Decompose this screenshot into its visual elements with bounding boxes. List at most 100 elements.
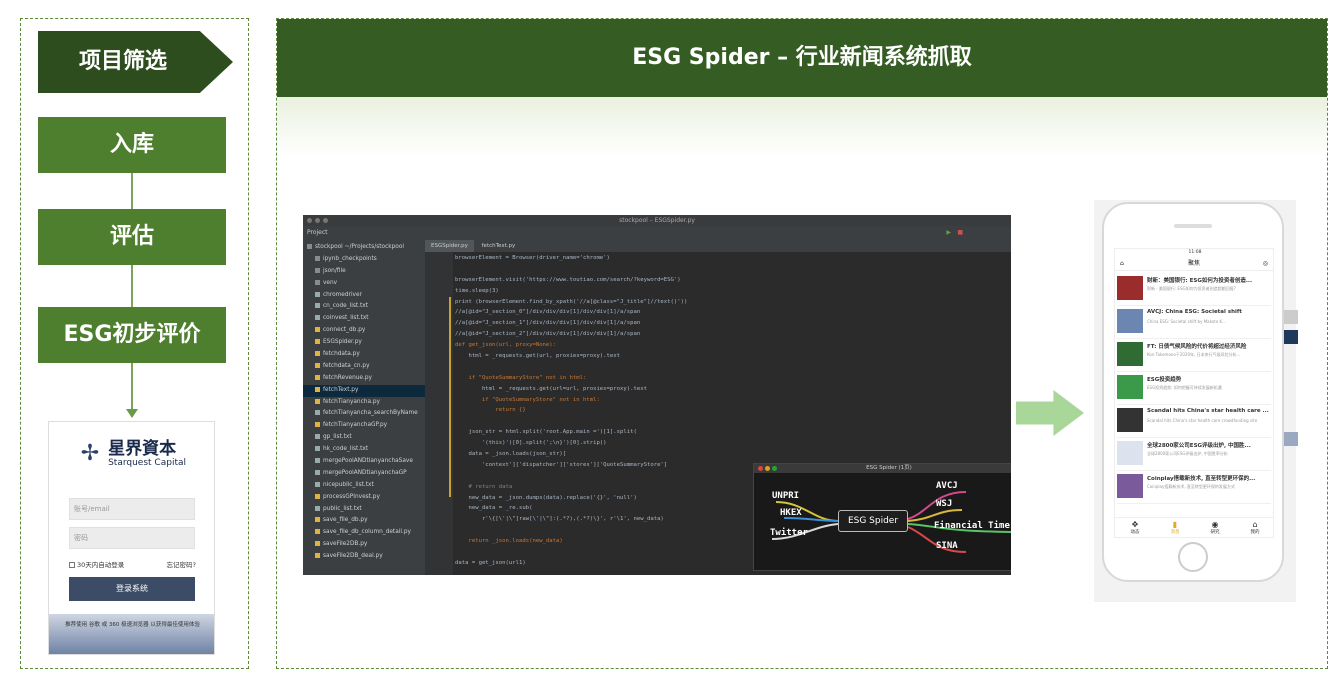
mindmap-window: ESG Spider (1页) ESG Spider UNPRI HKEX Tw… xyxy=(753,463,1011,571)
run-icon[interactable]: ▶ xyxy=(946,226,951,240)
tab-profile[interactable]: ⌂ 我的 xyxy=(1235,520,1273,535)
step-ingest[interactable]: 入库 xyxy=(38,117,226,173)
tab-research[interactable]: ◉ 研究 xyxy=(1195,520,1235,535)
tree-item[interactable]: chromedriver xyxy=(303,290,425,302)
tab-label: 消息 xyxy=(1170,530,1180,535)
tree-item[interactable]: fetchTianyanchaGP.py xyxy=(303,420,425,432)
news-snippet: Coinplay搭载新技术, 直至转型更环保的发展方式 xyxy=(1147,484,1235,489)
ide-screenshot: stockpool – ESGSpider.py Project ▶ ■ sto… xyxy=(303,215,1011,575)
mindmap-node: Twitter xyxy=(770,528,808,538)
down-arrow-icon xyxy=(126,409,138,418)
tab-messages[interactable]: ▮ 消息 xyxy=(1155,520,1195,535)
news-title: ESG投资趋势 xyxy=(1147,377,1182,383)
file-icon xyxy=(315,374,320,380)
tree-item[interactable]: ESGSpider.py xyxy=(303,337,425,349)
code-line: if "QuoteSummaryStore" not in html: xyxy=(455,374,587,381)
tree-item[interactable]: fetchdata_cn.py xyxy=(303,361,425,373)
backdrop-strip xyxy=(1283,310,1298,324)
home-icon[interactable]: ⌂ xyxy=(1120,257,1124,271)
news-item[interactable]: 全球2800家公司ESG评级出炉, 中国胜... 全球2800家公司ESG评级出炉… xyxy=(1117,438,1271,471)
tree-item-label: saveFile2DB_deal.py xyxy=(323,553,383,560)
tree-item[interactable]: hk_code_list.txt xyxy=(303,444,425,456)
file-icon xyxy=(315,291,320,297)
tree-item[interactable]: connect_db.py xyxy=(303,325,425,337)
tree-item[interactable]: coinvest_list.txt xyxy=(303,313,425,325)
file-icon xyxy=(315,327,320,333)
folder-icon xyxy=(307,244,312,249)
tree-item-label: stockpool ~/Projects/stockpool xyxy=(315,244,404,250)
tree-item[interactable]: mergePoolANDtianyanchaSave xyxy=(303,456,425,468)
news-item[interactable]: ESG投资趋势 ESG投资趋势: 如何把握可持续发展新机遇 xyxy=(1117,372,1271,405)
tree-item[interactable]: stockpool ~/Projects/stockpool xyxy=(303,242,425,254)
file-icon xyxy=(315,315,320,321)
login-screenshot: ✢ 星界資本 Starquest Capital 账号/email 密码 30天… xyxy=(48,421,215,655)
tree-item-label: fetchTianyancha_searchByName xyxy=(323,410,418,417)
code-line: '(this)')[0].split(';\n}')[0].strip() xyxy=(455,440,607,447)
mindmap-center-node: ESG Spider xyxy=(838,510,908,532)
remember-checkbox[interactable]: 30天内自动登录 xyxy=(69,559,124,569)
news-item[interactable]: Scandal hits China's star health care ..… xyxy=(1117,405,1271,438)
news-item[interactable]: FT: 日债气候风险的代价将超过经济风险 Kon Takemono于2020年, … xyxy=(1117,339,1271,372)
tree-item[interactable]: public_list.txt xyxy=(303,504,425,516)
tree-item[interactable]: nicepublic_list.txt xyxy=(303,480,425,492)
file-icon xyxy=(315,422,320,428)
backdrop-strip xyxy=(1283,330,1298,344)
code-line: time.sleep(3) xyxy=(455,287,499,294)
tree-item-label: ipynb_checkpoints xyxy=(323,255,377,262)
mindmap-node: Financial Time xyxy=(934,521,1010,531)
target-icon[interactable]: ◎ xyxy=(1263,257,1268,271)
tree-item[interactable]: fetchRevenue.py xyxy=(303,373,425,385)
news-snippet: Scandal hits China's star health care cr… xyxy=(1147,418,1258,423)
tree-item[interactable]: saveFile2DB.py xyxy=(303,539,425,551)
tree-item[interactable]: mergePoolANDtianyanchaGP xyxy=(303,468,425,480)
code-line: //a[@id="J_section_1"]/div/div/div[1]/di… xyxy=(455,320,641,327)
login-button[interactable]: 登录系统 xyxy=(69,577,195,601)
ide-toolbar: Project ▶ ■ xyxy=(303,226,1011,240)
tree-item-label: saveFile2DB.py xyxy=(323,541,368,548)
tree-item[interactable]: venv xyxy=(303,278,425,290)
home-button[interactable] xyxy=(1178,542,1208,572)
news-snippet: Kon Takemono于2020年, 日本央行气候风险分析... xyxy=(1147,352,1241,357)
news-item[interactable]: Coinplay搭载新技术, 直至转型更环保的... Coinplay搭载新技术,… xyxy=(1117,471,1271,504)
star-logo-icon: ✢ xyxy=(80,441,100,466)
step-evaluate[interactable]: 评估 xyxy=(38,209,226,265)
tree-item[interactable]: gp_list.txt xyxy=(303,432,425,444)
step-esg-review[interactable]: ESG初步评价 xyxy=(38,307,226,363)
news-item[interactable]: 财新：美国银行: ESG如何为投资者创造... 财新 · 美国银行: ESG如何为… xyxy=(1117,273,1271,306)
news-thumbnail xyxy=(1117,276,1143,300)
news-title: AVCJ: China ESG: Societal shift xyxy=(1147,309,1242,315)
tree-item[interactable]: saveFile2DB_deal.py xyxy=(303,551,425,563)
tree-item[interactable]: processGPInvest.py xyxy=(303,492,425,504)
account-field[interactable]: 账号/email xyxy=(69,498,195,520)
tree-item[interactable]: json/file xyxy=(303,266,425,278)
backdrop-strip xyxy=(1283,432,1298,446)
brand-cn: 星界資本 xyxy=(108,439,177,459)
filter-tag[interactable]: 项目筛选 xyxy=(38,31,233,93)
tab-dynamics[interactable]: ✥ 动态 xyxy=(1115,520,1155,535)
tree-item[interactable]: save_file_db.py xyxy=(303,515,425,527)
tree-item[interactable]: fetchdata.py xyxy=(303,349,425,361)
tree-item[interactable]: fetchTianyancha_searchByName xyxy=(303,408,425,420)
tree-item-label: save_file_db_column_detail.py xyxy=(323,529,411,536)
tree-item[interactable]: fetchText.py xyxy=(303,384,425,397)
file-icon xyxy=(315,303,320,309)
tree-item-label: cn_code_list.txt xyxy=(323,303,368,310)
tab-fetchtext[interactable]: fetchText.py xyxy=(476,240,522,252)
file-icon xyxy=(315,481,320,487)
tree-item[interactable]: save_file_db_column_detail.py xyxy=(303,527,425,539)
tree-item-label: chromedriver xyxy=(323,291,362,298)
project-label[interactable]: Project xyxy=(307,229,328,236)
forgot-link[interactable]: 忘记密码? xyxy=(167,559,196,569)
brand-en: Starquest Capital xyxy=(108,458,186,468)
tree-item[interactable]: fetchTianyancha.py xyxy=(303,397,425,409)
tree-item[interactable]: cn_code_list.txt xyxy=(303,301,425,313)
file-icon xyxy=(315,386,320,392)
news-item[interactable]: AVCJ: China ESG: Societal shift China ESG… xyxy=(1117,306,1271,339)
tree-item-label: fetchRevenue.py xyxy=(323,374,372,381)
tree-item[interactable]: ipynb_checkpoints xyxy=(303,254,425,266)
tab-esgspider[interactable]: ESGSpider.py xyxy=(425,240,474,252)
password-field[interactable]: 密码 xyxy=(69,527,195,549)
house-icon: ⌂ xyxy=(1252,520,1258,529)
nav-title: 聚焦 xyxy=(1187,260,1200,267)
stop-icon[interactable]: ■ xyxy=(957,226,963,240)
